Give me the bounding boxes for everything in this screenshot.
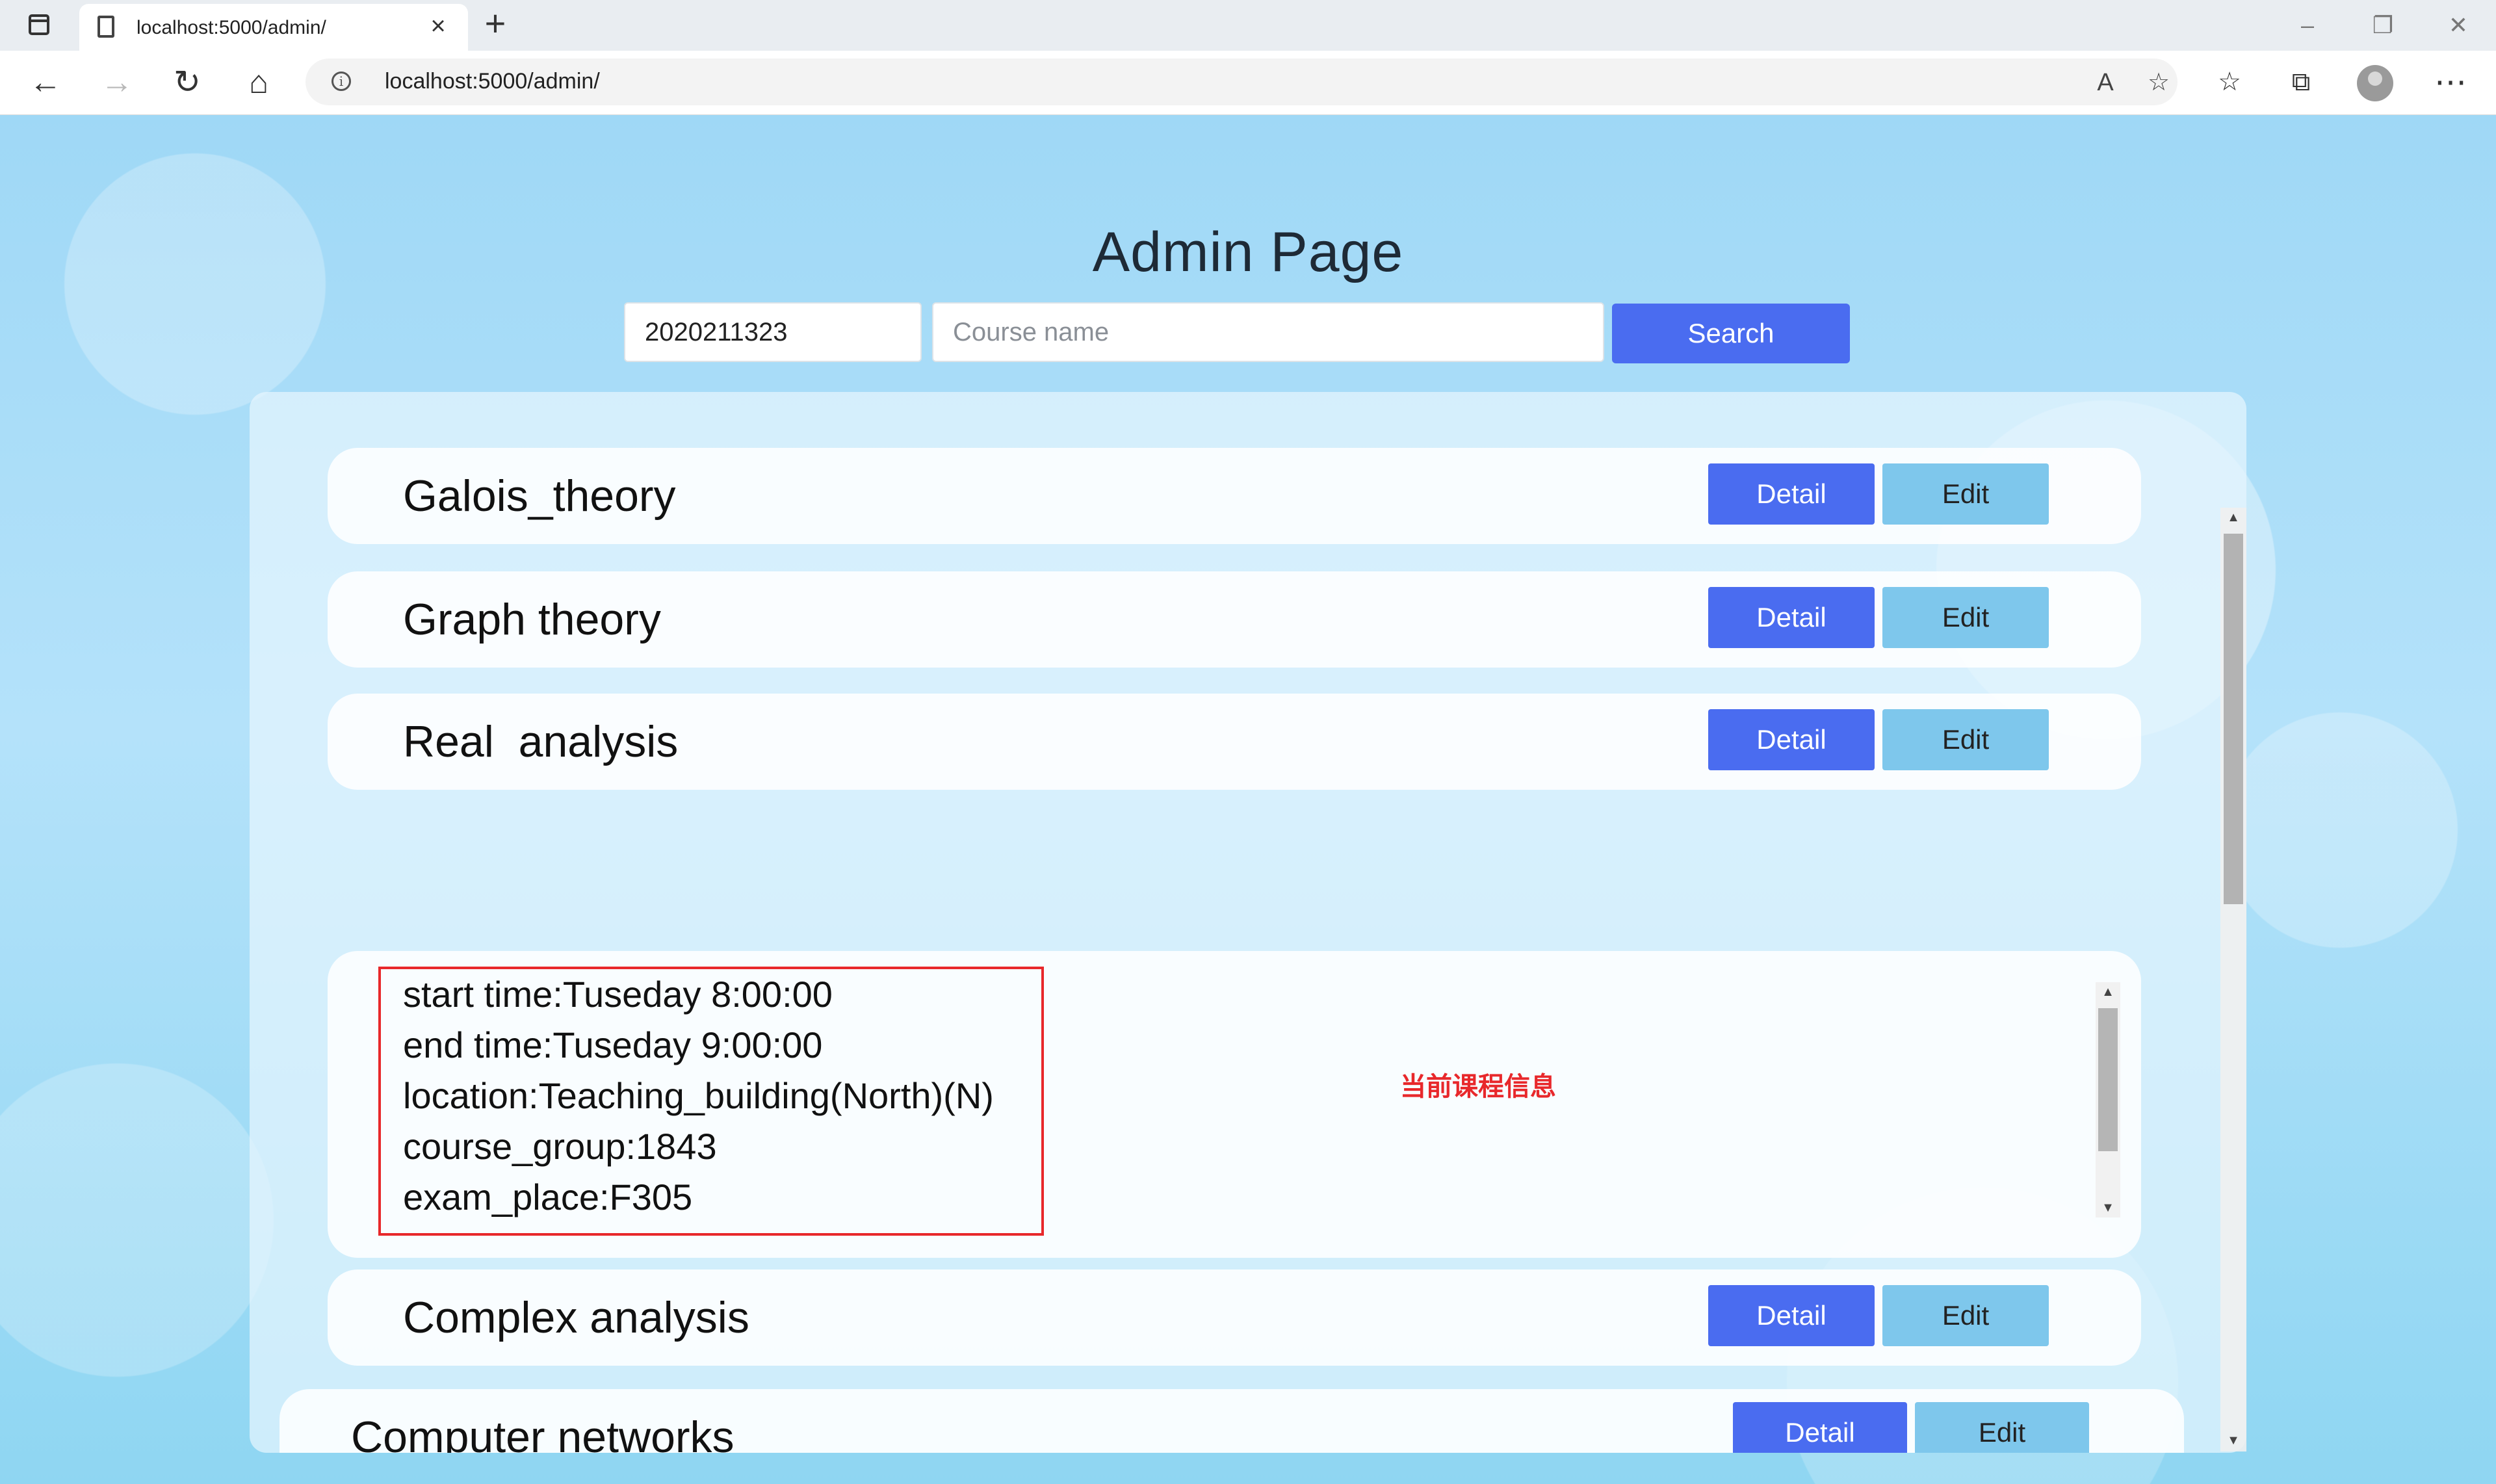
course-name: Galois_theory bbox=[403, 471, 676, 521]
page-viewport: Admin Page 2020211323 Course name Search… bbox=[0, 115, 2496, 1484]
course-name-input[interactable]: Course name bbox=[932, 302, 1604, 362]
url-text[interactable]: localhost:5000/admin/ bbox=[385, 69, 600, 94]
scroll-up-icon[interactable]: ▲ bbox=[2096, 982, 2120, 1002]
course-list-scrollbar-thumb[interactable] bbox=[2224, 534, 2243, 904]
new-tab-button[interactable]: + bbox=[480, 5, 511, 42]
browser-tab[interactable]: localhost:5000/admin/ × bbox=[79, 4, 468, 51]
detail-button[interactable]: Detail bbox=[1708, 587, 1875, 648]
course-name: Complex analysis bbox=[403, 1293, 749, 1342]
detail-start-time: start time:Tuseday 8:00:00 bbox=[403, 974, 833, 1015]
scroll-down-icon[interactable]: ▼ bbox=[2096, 1198, 2120, 1217]
detail-course-group: course_group:1843 bbox=[403, 1126, 717, 1167]
restore-icon[interactable]: ❐ bbox=[2363, 8, 2402, 43]
course-name: Graph theory bbox=[403, 595, 661, 644]
detail-button[interactable]: Detail bbox=[1708, 1285, 1875, 1346]
detail-button[interactable]: Detail bbox=[1733, 1402, 1907, 1453]
minimize-icon[interactable]: – bbox=[2288, 8, 2327, 43]
address-bar[interactable]: i localhost:5000/admin/ A ☆ bbox=[306, 59, 2178, 105]
course-detail-card: start time:Tuseday 8:00:00 end time:Tuse… bbox=[328, 951, 2141, 1258]
home-icon[interactable]: ⌂ bbox=[239, 62, 278, 101]
course-list-scrollbar[interactable]: ▲ ▼ bbox=[2220, 508, 2246, 1451]
sidebar-toggle-icon[interactable] bbox=[29, 14, 49, 35]
close-window-icon[interactable]: ✕ bbox=[2439, 8, 2478, 43]
browser-tab-bar: localhost:5000/admin/ × + – ❐ ✕ bbox=[0, 0, 2496, 51]
course-detail-box[interactable]: start time:Tuseday 8:00:00 end time:Tuse… bbox=[378, 967, 1044, 1236]
collections-icon[interactable]: ⧉ bbox=[2282, 62, 2320, 101]
page-title: Admin Page bbox=[1092, 221, 1404, 283]
detail-button[interactable]: Detail bbox=[1708, 463, 1875, 525]
search-button[interactable]: Search bbox=[1612, 304, 1850, 363]
reload-icon[interactable]: ↻ bbox=[168, 62, 207, 101]
detail-location: location:Teaching_building(North)(N) bbox=[403, 1075, 994, 1116]
detail-button[interactable]: Detail bbox=[1708, 709, 1875, 770]
page-icon bbox=[98, 16, 114, 38]
tab-title: localhost:5000/admin/ bbox=[136, 17, 326, 38]
detail-exam-place: exam_place:F305 bbox=[403, 1177, 693, 1217]
scroll-down-icon[interactable]: ▼ bbox=[2221, 1431, 2246, 1450]
edit-button[interactable]: Edit bbox=[1882, 463, 2049, 525]
read-aloud-icon[interactable]: A bbox=[2089, 66, 2122, 99]
edit-button[interactable]: Edit bbox=[1915, 1402, 2089, 1453]
course-item: Galois_theory Detail Edit bbox=[328, 448, 2141, 544]
detail-scrollbar[interactable]: ▲ ▼ bbox=[2096, 982, 2120, 1217]
add-favorite-icon[interactable]: ☆ bbox=[2142, 66, 2175, 99]
tab-close-icon[interactable]: × bbox=[424, 12, 452, 40]
course-name: Computer networks bbox=[351, 1412, 734, 1453]
browser-toolbar: ← → ↻ ⌂ i localhost:5000/admin/ A ☆ ☆ ⧉ … bbox=[0, 51, 2496, 116]
course-item: Graph theory Detail Edit bbox=[328, 571, 2141, 668]
edit-button[interactable]: Edit bbox=[1882, 1285, 2049, 1346]
info-icon[interactable]: i bbox=[332, 72, 351, 91]
back-icon[interactable]: ← bbox=[26, 62, 65, 101]
course-name: Real analysis bbox=[403, 717, 679, 766]
course-list-panel[interactable]: Galois_theory Detail Edit Graph theory D… bbox=[250, 392, 2246, 1453]
edit-button[interactable]: Edit bbox=[1882, 587, 2049, 648]
course-item: Real analysis Detail Edit bbox=[328, 694, 2141, 790]
student-id-input[interactable]: 2020211323 bbox=[624, 302, 922, 362]
more-icon[interactable]: ⋯ bbox=[2431, 62, 2470, 101]
favorites-icon[interactable]: ☆ bbox=[2210, 62, 2249, 101]
edit-button[interactable]: Edit bbox=[1882, 709, 2049, 770]
profile-icon[interactable] bbox=[2357, 65, 2393, 101]
detail-end-time: end time:Tuseday 9:00:00 bbox=[403, 1024, 823, 1065]
forward-icon[interactable]: → bbox=[98, 62, 136, 101]
scroll-up-icon[interactable]: ▲ bbox=[2221, 508, 2246, 527]
detail-scrollbar-thumb[interactable] bbox=[2098, 1008, 2118, 1151]
course-item: Computer networks Detail Edit bbox=[280, 1389, 2184, 1453]
course-item: Complex analysis Detail Edit bbox=[328, 1269, 2141, 1366]
annotation-label: 当前课程信息 bbox=[1400, 1072, 1556, 1102]
